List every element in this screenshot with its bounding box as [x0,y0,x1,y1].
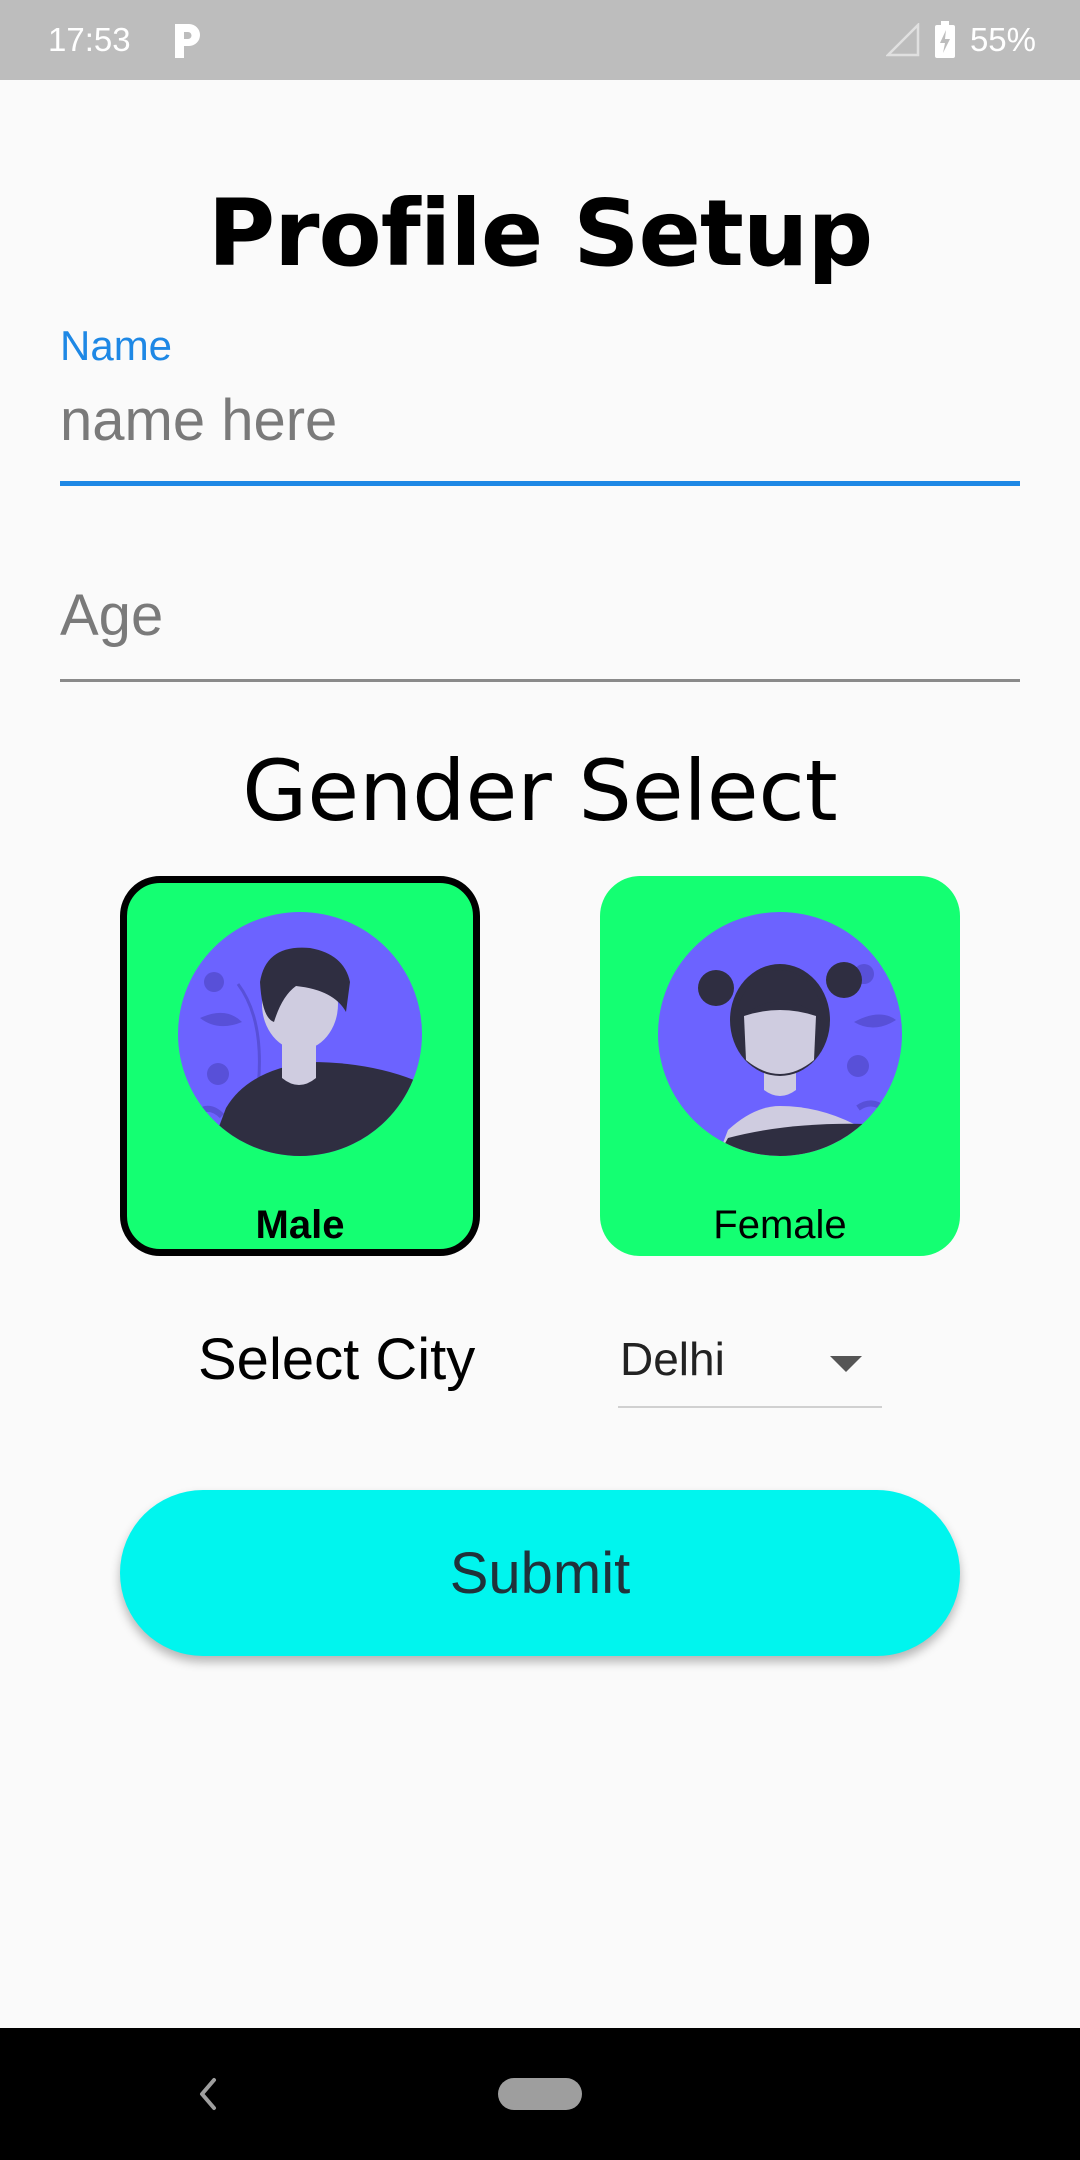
battery-charging-icon [934,21,955,58]
parking-p-icon [174,24,200,58]
submit-button[interactable]: Submit [120,1490,960,1656]
status-bar: 17:53 55% [0,0,1080,80]
male-avatar-icon [178,912,422,1156]
city-dropdown[interactable]: Delhi [618,1316,882,1408]
gender-option-female[interactable]: Female [600,876,960,1256]
navigation-bar [0,2028,1080,2160]
city-label: Select City [198,1327,476,1392]
back-icon[interactable] [190,2072,226,2116]
gender-option-male[interactable]: Male [120,876,480,1256]
battery-percentage: 55% [969,21,1036,58]
female-avatar-icon [658,912,902,1156]
gender-heading: Gender Select [242,742,838,840]
signal-icon [885,23,920,57]
city-selected-value: Delhi [620,1333,725,1385]
chevron-down-icon [830,1356,862,1372]
name-field-underline [60,481,1020,486]
age-field[interactable] [60,530,1020,682]
status-indicators: 55% [885,21,1036,59]
age-input[interactable] [60,550,1020,680]
gender-label-male: Male [255,1203,345,1247]
gender-label-female: Female [713,1203,847,1247]
status-time: 17:53 [48,21,131,58]
name-field-label: Name [60,322,173,369]
page-title: Profile Setup [207,180,874,287]
name-field[interactable]: Name [60,322,1020,486]
home-button[interactable] [498,2078,582,2110]
name-input[interactable] [60,380,1020,460]
age-field-underline [60,679,1020,682]
